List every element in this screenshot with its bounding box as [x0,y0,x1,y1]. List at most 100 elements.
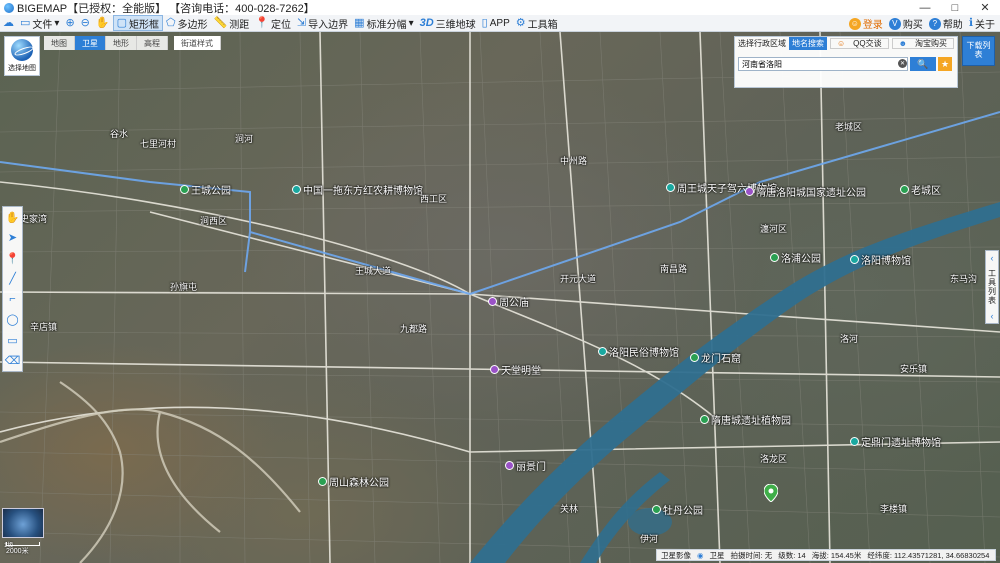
file-menu-label: 文件 [32,19,53,31]
map-type-tabs: 地图 卫星 地形 高程 街道样式 [44,36,221,50]
tab-map[interactable]: 地图 [44,36,75,50]
favorite-button[interactable]: ★ [938,57,952,71]
poi-marker[interactable]: 定鼎门遗址博物馆 [850,434,941,449]
overview-minimap[interactable] [2,508,44,538]
clear-icon[interactable]: ✕ [898,59,907,68]
rect-select-button[interactable]: ▢ 矩形框 [112,15,163,31]
poi-label: 牡丹公园 [663,506,703,517]
polygon-button[interactable]: ⬠ 多边形 [163,15,211,31]
poi-marker[interactable]: 洛阳民俗博物馆 [598,344,679,359]
zoom-in-button[interactable]: ⊕ [62,15,77,31]
cloud-icon: ☁ [3,16,14,29]
measure-button[interactable]: 📏 测距 [211,15,253,31]
poi-marker[interactable]: 龙门石窟 [690,350,741,365]
rectangle-icon: ▢ [116,16,127,29]
user-icon: ☺ [848,17,861,30]
circle-icon[interactable]: ◯ [6,313,20,327]
chevron-down-icon: ▾ [54,17,60,29]
login-button[interactable]: ☺ 登录 [846,16,886,32]
zoom-level: 级数: 14 [778,550,806,560]
minimize-button[interactable]: — [910,0,940,15]
import-boundary-button[interactable]: ⇲ 导入边界 [294,15,351,31]
search-icon: 🔍 [917,58,929,69]
taobao-label: 淘宝购买 [915,39,947,48]
tab-satellite[interactable]: 卫星 [75,36,106,50]
location-pin-icon[interactable] [764,484,778,502]
poi-marker[interactable]: 洛阳博物馆 [850,252,911,267]
place-label: 伊河 [640,534,659,544]
select-map-button[interactable]: 选择地图 [4,36,40,76]
grid-button[interactable]: ▦ 标准分幅 ▾ [351,15,416,31]
3d-icon: 3D [419,16,434,29]
tools-list-panel[interactable]: ‹ 工具列表 ‹ [985,250,999,324]
pan-button[interactable]: ✋ [93,15,113,31]
poi-marker[interactable]: 隋唐城遗址植物园 [700,412,791,427]
select-map-label: 选择地图 [8,65,36,72]
close-button[interactable]: ✕ [970,0,1000,15]
line-icon[interactable]: ╱ [6,272,20,286]
three-d-label: 三维地球 [435,19,476,31]
eraser-icon[interactable]: ⌫ [5,354,21,368]
park-icon [700,415,709,424]
tab-elevation[interactable]: 高程 [137,36,168,50]
pointer-icon[interactable]: ➤ [6,231,20,245]
poi-label: 洛阳博物馆 [861,256,911,267]
search-tabs: 选择行政区域 地名搜索 ☺ QQ交谈 ☻ 淘宝购买 [735,37,957,50]
poi-marker[interactable]: 丽景门 [505,458,546,473]
toolbox-button[interactable]: ⚙ 工具箱 [513,15,561,31]
folder-icon: ▭ [20,16,31,29]
tab-place-search[interactable]: 地名搜索 [789,37,827,50]
ruler-icon: 📏 [213,16,228,29]
import-boundary-label: 导入边界 [308,19,349,31]
poi-marker[interactable]: 牡丹公园 [652,502,703,517]
tab-admin-region[interactable]: 选择行政区域 [735,37,789,50]
qq-chat-button[interactable]: ☺ QQ交谈 [829,38,889,49]
chevron-left-icon[interactable]: ‹ [991,253,994,263]
taobao-button[interactable]: ☻ 淘宝购买 [891,38,954,49]
app-button[interactable]: ▯ APP [479,15,513,31]
app-title: BIGEMAP【已授权：全能版】 【咨询电话：400-028-7262】 [4,0,315,16]
file-menu-button[interactable]: ▭ 文件 ▾ [17,15,62,31]
street-style-button[interactable]: 街道样式 [174,36,221,50]
poi-marker[interactable]: 周公庙 [488,294,529,309]
rectangle-icon[interactable]: ▭ [6,333,20,347]
landmark-icon [488,297,497,306]
place-label: 洛龙区 [760,454,788,464]
place-label: 瀍河区 [760,224,788,234]
about-button[interactable]: ℹ 关于 [966,16,998,32]
hand-icon[interactable]: ✋ [6,210,20,224]
poi-marker[interactable]: 周山森林公园 [318,474,389,489]
poi-label: 周山森林公园 [329,478,389,489]
tab-terrain[interactable]: 地形 [106,36,137,50]
help-label: 帮助 [942,20,963,31]
window-title: BIGEMAP【已授权：全能版】 【咨询电话：400-028-7262】 [17,2,315,15]
altitude: 海拔: 154.45米 [811,550,862,560]
grid-icon: ▦ [354,16,365,29]
poi-marker[interactable]: 老城区 [900,182,941,197]
help-button[interactable]: ? 帮助 [926,16,966,32]
poi-marker[interactable]: 中国一拖东方红农耕博物馆 [292,182,423,197]
locate-button[interactable]: 📍 定位 [252,15,294,31]
search-button[interactable]: 🔍 [910,57,936,71]
app-menu-button[interactable]: ☁ [0,15,17,31]
map-canvas[interactable]: 中国一拖东方红农耕博物馆 周王城天子驾六博物馆 隋唐洛阳城国家遗址公园 王城公园… [0,32,1000,563]
place-label: 七里河村 [140,139,177,149]
zoom-out-button[interactable]: ⊖ [78,15,93,31]
maximize-button[interactable]: □ [940,0,970,15]
marker-icon[interactable]: 📍 [6,251,20,265]
chevron-left-icon[interactable]: ‹ [991,311,994,321]
buy-button[interactable]: V 购买 [886,16,926,32]
poi-label: 老城区 [911,186,941,197]
place-label: 关林 [560,504,579,514]
place-label: 王城大道 [355,266,392,276]
poi-marker[interactable]: 隋唐洛阳城国家遗址公园 [745,184,866,199]
three-d-button[interactable]: 3D 三维地球 [417,15,479,31]
poi-marker[interactable]: 天堂明堂 [490,362,541,377]
poi-marker[interactable]: 王城公园 [180,182,231,197]
museum-icon [598,347,607,356]
search-input-wrap: ✕ [738,57,908,71]
download-list-button[interactable]: 下载列表 [962,36,995,66]
poi-marker[interactable]: 洛浦公园 [770,250,821,265]
polyline-icon[interactable]: ⌐ [6,292,20,306]
search-input[interactable] [738,57,908,71]
